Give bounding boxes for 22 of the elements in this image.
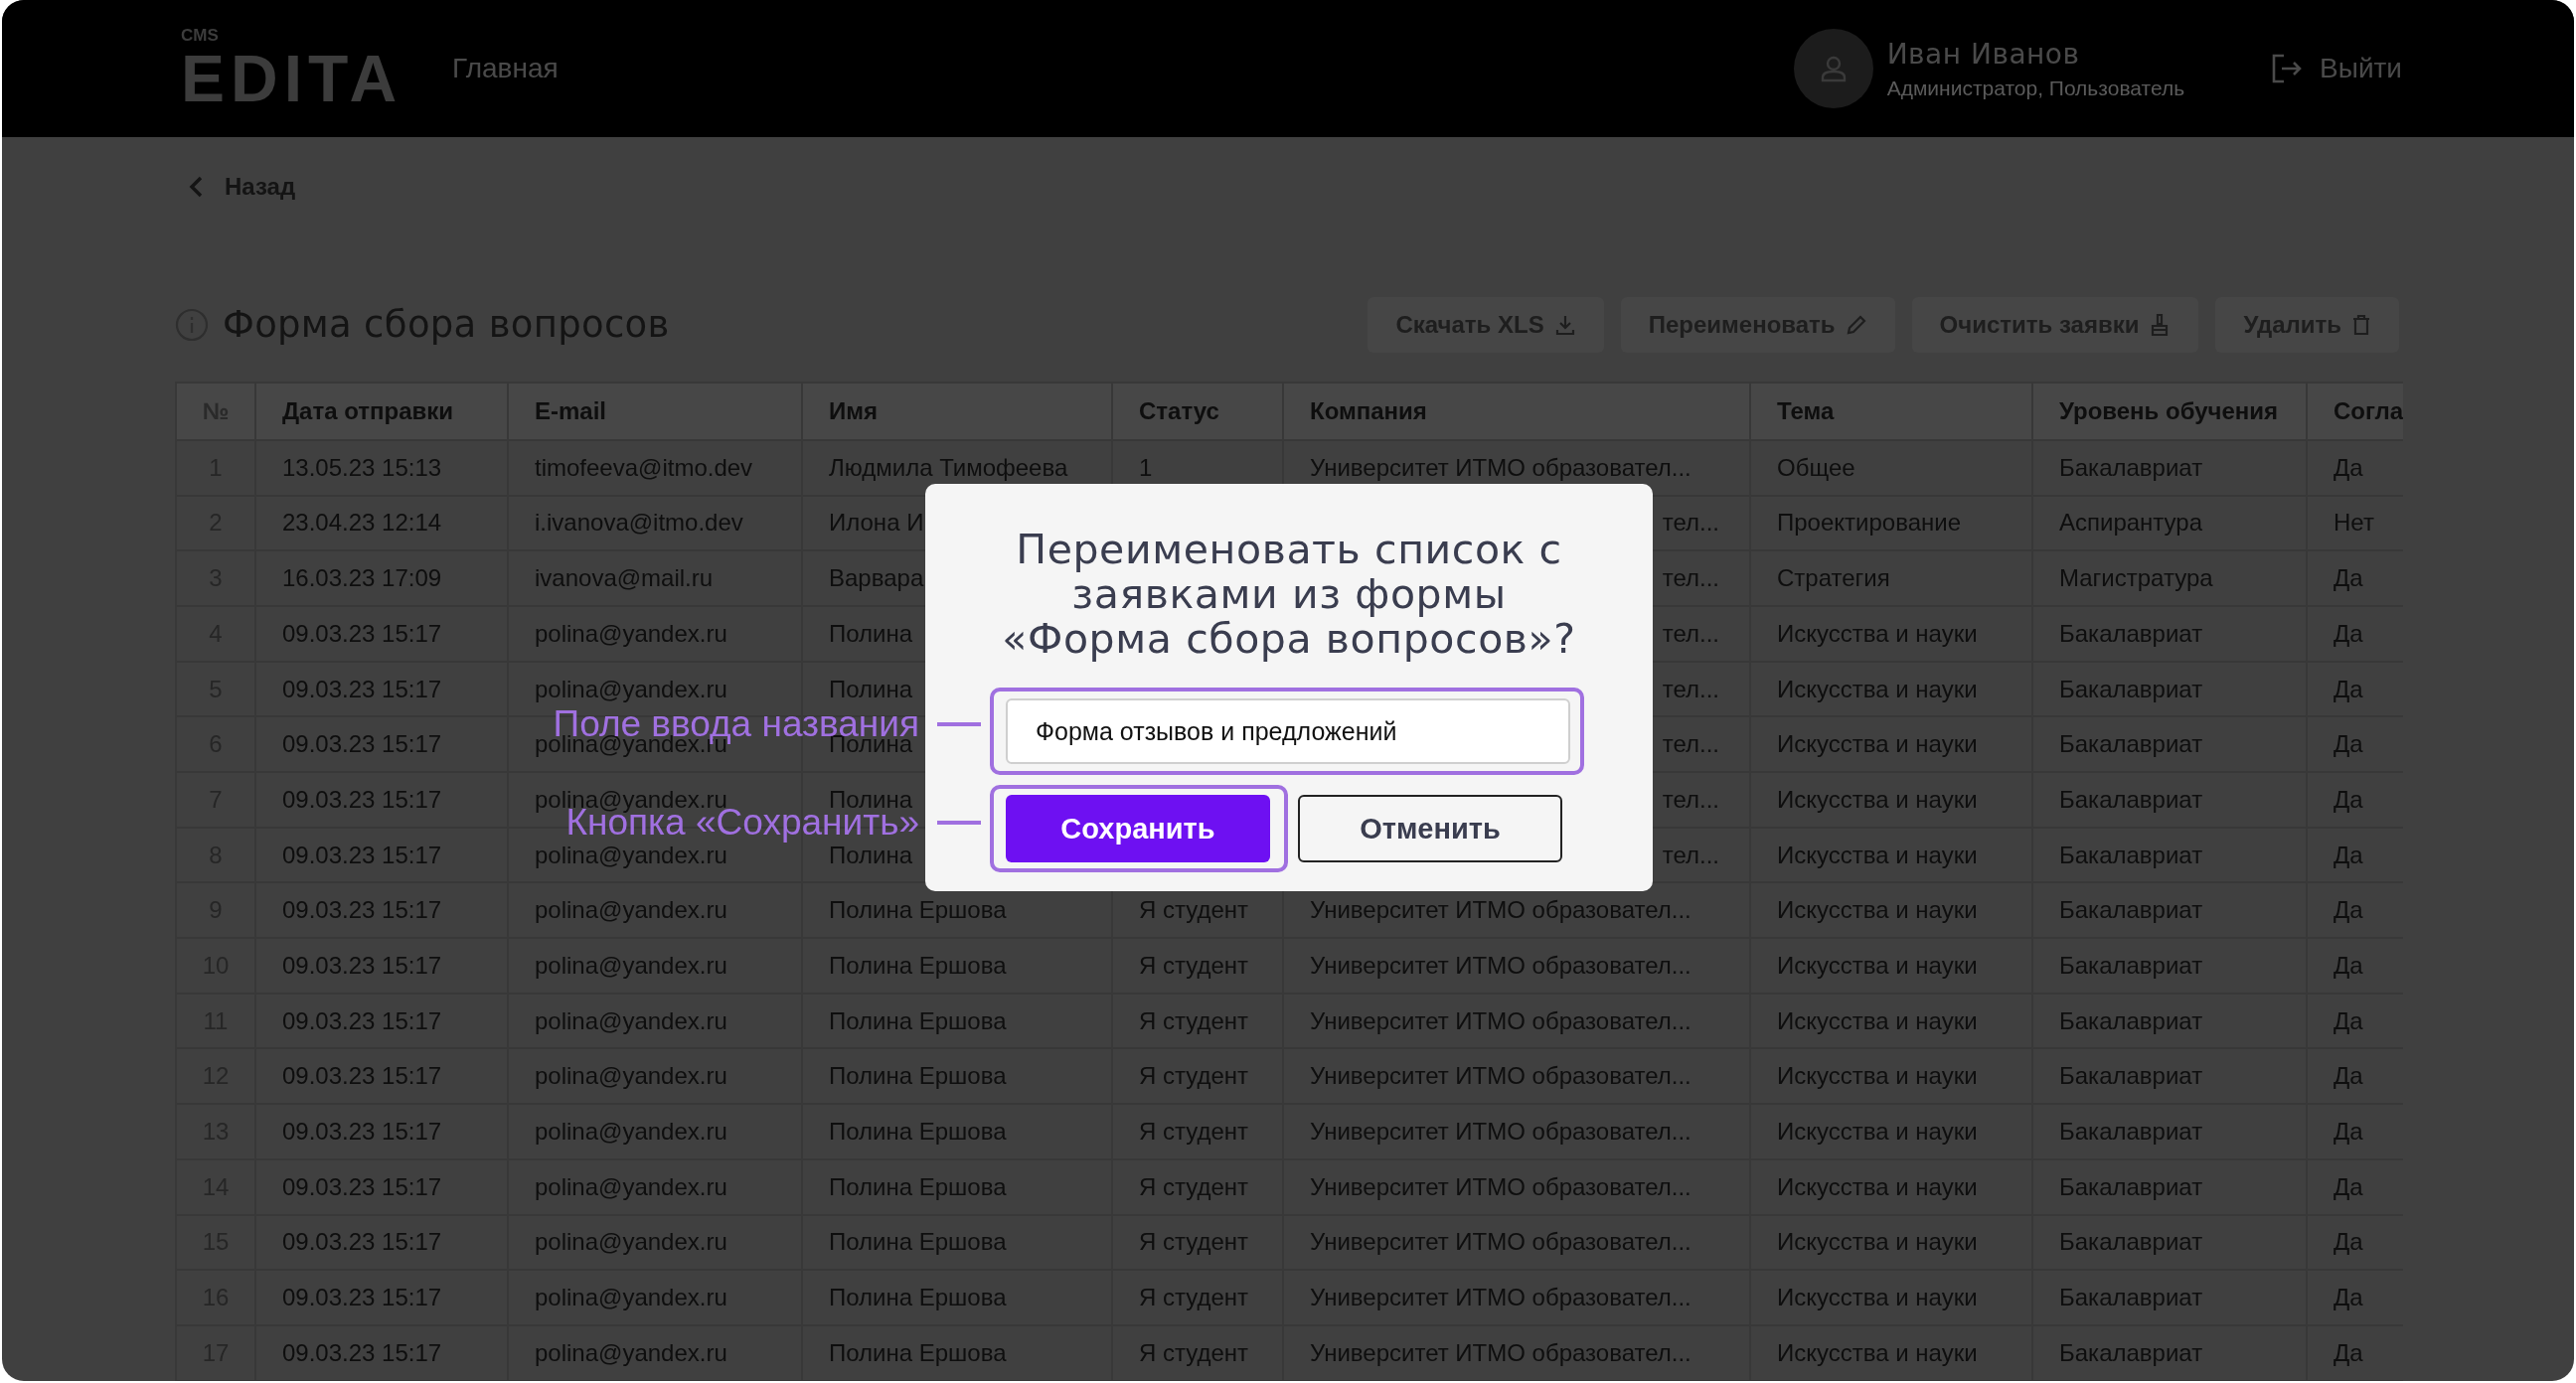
user-name: Иван Иванов [1886,37,2081,71]
logout-button[interactable]: Выйти [2270,52,2402,85]
column-header[interactable]: Согла [2308,381,2403,441]
download-icon [1553,313,1576,336]
column-header[interactable]: Статус [1113,381,1284,441]
user-role: Администратор, Пользователь [1886,76,2185,100]
nav-link[interactable]: Главная [452,53,559,84]
pencil-icon [1845,313,1867,336]
column-header[interactable]: E-mail [509,381,803,441]
cancel-button[interactable]: Отменить [1298,795,1562,862]
column-header[interactable]: Тема [1751,381,2033,441]
logo[interactable]: EDITA [181,45,403,111]
column-header[interactable]: Уровень обучения [2033,381,2308,441]
chevron-left-icon [189,175,203,198]
column-header[interactable]: Компания [1284,381,1751,441]
save-button[interactable]: Сохранить [1006,795,1270,862]
trash-icon [2351,313,2371,336]
logo-caption: CMS [181,26,220,44]
column-header[interactable]: Имя [803,381,1113,441]
column-header[interactable]: Дата отправки [256,381,509,441]
column-header[interactable]: № [175,381,256,441]
name-input-field[interactable]: Форма отзывов и предложений [1006,698,1570,764]
